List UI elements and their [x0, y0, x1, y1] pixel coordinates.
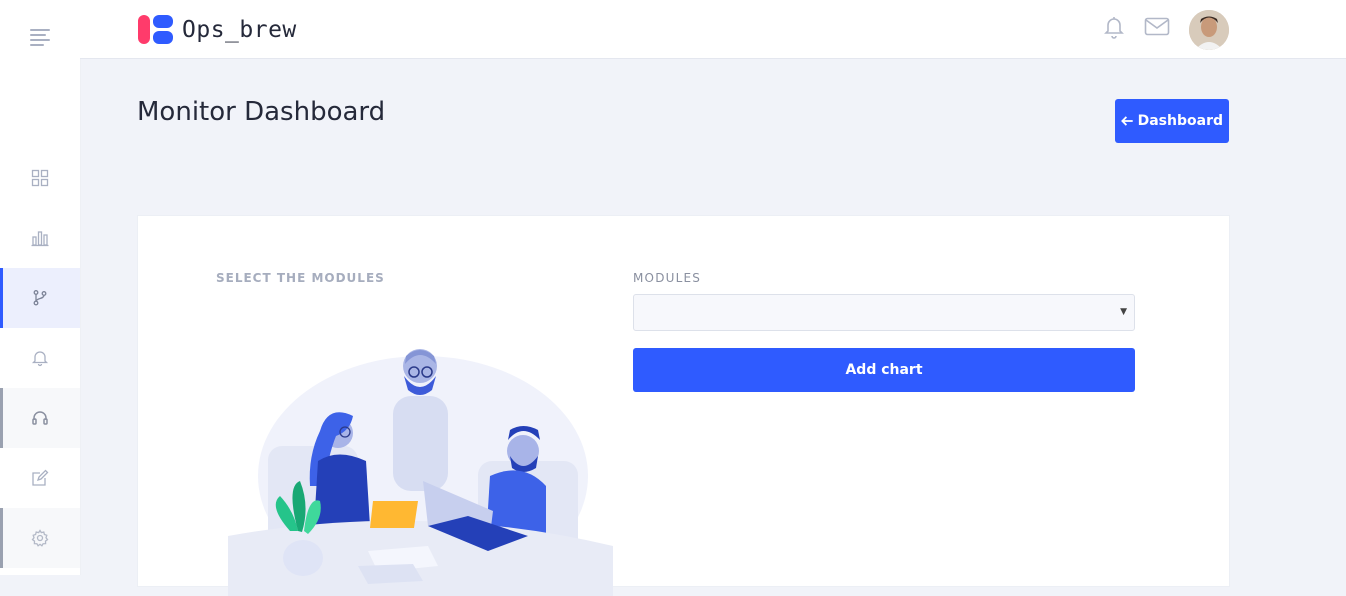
bar-chart-icon	[31, 231, 49, 247]
user-avatar[interactable]	[1189, 10, 1229, 50]
sidebar-item-notifications[interactable]	[0, 328, 80, 388]
modules-field-label: MODULES	[633, 271, 702, 285]
sidebar-item-settings[interactable]	[0, 508, 80, 568]
brand-logo-mark	[138, 15, 174, 44]
headset-icon	[32, 411, 48, 425]
sidebar	[0, 0, 81, 575]
brand-name: Ops_brew	[182, 16, 297, 43]
section-label: SELECT THE MODULES	[216, 271, 385, 285]
dashboard-back-button[interactable]: Dashboard	[1115, 99, 1229, 143]
menu-toggle-icon[interactable]	[30, 29, 50, 47]
mail-icon[interactable]	[1144, 17, 1170, 37]
settings-icon	[31, 529, 49, 547]
dashboard-back-button-label: Dashboard	[1137, 113, 1223, 129]
bell-icon[interactable]	[1103, 15, 1125, 39]
top-header: Ops_brew	[80, 0, 1346, 59]
bell-icon	[31, 351, 49, 367]
team-meeting-illustration	[228, 349, 613, 596]
sidebar-item-analytics[interactable]	[0, 208, 80, 268]
edit-icon	[32, 469, 49, 486]
arrow-left-icon	[1121, 116, 1133, 126]
sidebar-item-edit[interactable]	[0, 448, 80, 508]
sidebar-item-dashboard[interactable]	[0, 148, 80, 208]
page-title: Monitor Dashboard	[137, 97, 386, 127]
grid-icon	[31, 169, 49, 187]
git-branch-icon	[33, 290, 47, 306]
module-select-card: SELECT THE MODULES MODULES ▼ Add chart	[137, 215, 1230, 596]
caret-down-icon: ▼	[1120, 307, 1127, 317]
sidebar-item-support[interactable]	[0, 388, 80, 448]
modules-select[interactable]: ▼	[633, 294, 1135, 331]
sidebar-item-workflows[interactable]	[0, 268, 80, 328]
add-chart-button[interactable]: Add chart	[633, 348, 1135, 392]
brand-logo[interactable]: Ops_brew	[138, 15, 297, 44]
